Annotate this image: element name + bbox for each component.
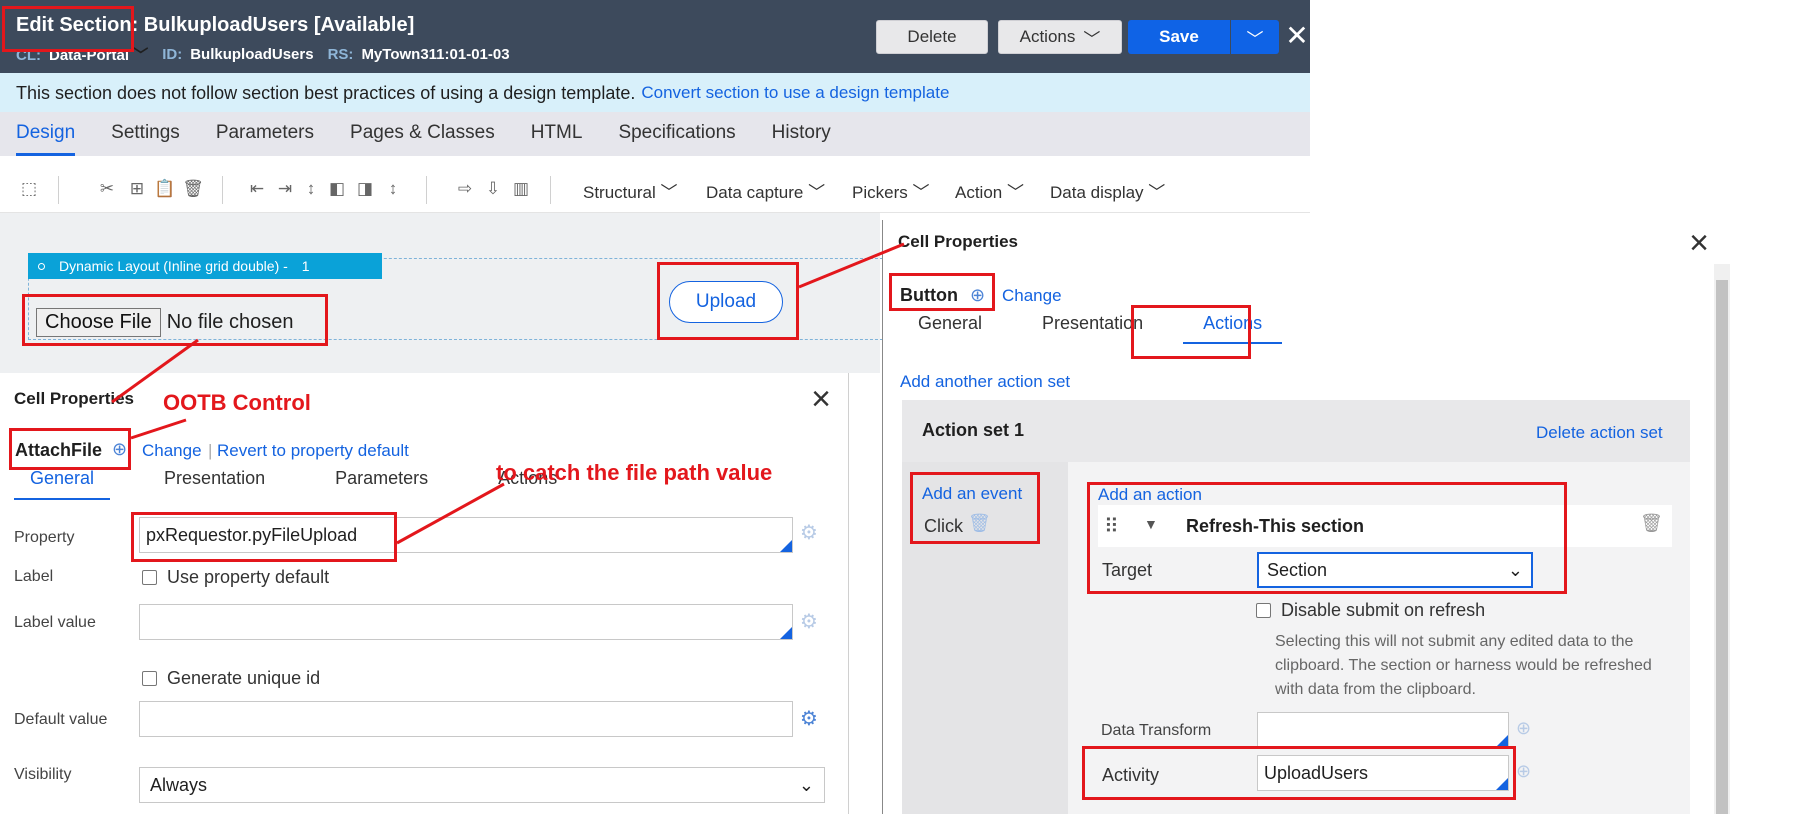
screenshot-root: Edit Section: BulkuploadUsers [Available… [0,0,1800,814]
annotation-arrow [798,242,905,289]
annotation-arrows [111,242,905,545]
annotation-arrow [396,482,505,545]
annotation-arrow [111,338,199,404]
annotation-arrow [130,418,187,440]
